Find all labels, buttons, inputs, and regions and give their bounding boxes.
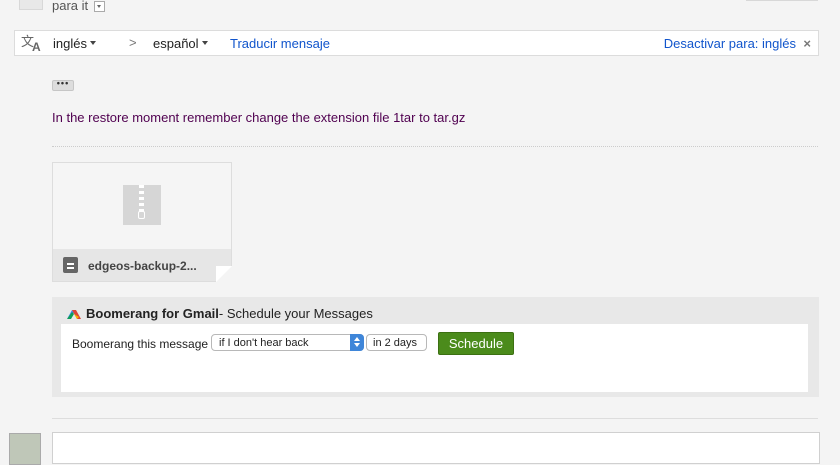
- boomerang-header: Boomerang for Gmail - Schedule your Mess…: [66, 306, 373, 321]
- attachment-footer: edgeos-backup-2...: [53, 249, 232, 282]
- recipient-line: para it: [52, 0, 106, 13]
- boomerang-brand: Boomerang for Gmail: [86, 306, 219, 321]
- attachment-divider: [52, 146, 818, 147]
- attachment-filename: edgeos-backup-2...: [88, 259, 197, 273]
- disable-translation-link[interactable]: Desactivar para: inglés: [664, 36, 796, 51]
- condition-value: if I don't hear back: [219, 337, 309, 349]
- user-avatar: [9, 433, 41, 465]
- chevron-down-icon: [89, 40, 96, 45]
- schedule-button[interactable]: Schedule: [438, 332, 514, 355]
- archive-icon: [63, 257, 78, 273]
- attachment-card[interactable]: edgeos-backup-2...: [52, 162, 232, 282]
- target-language-label: español: [153, 36, 199, 51]
- details-dropdown-icon[interactable]: [94, 1, 106, 12]
- header-actions-fragment: [746, 0, 818, 1]
- target-language-select[interactable]: español: [153, 36, 208, 51]
- chevron-down-icon: [201, 40, 208, 45]
- source-language-select[interactable]: inglés: [53, 36, 96, 51]
- translate-message-link[interactable]: Traducir mensaje: [230, 36, 330, 51]
- reply-input[interactable]: [52, 432, 820, 464]
- boomerang-logo-icon: [67, 309, 81, 319]
- zip-file-icon: [123, 185, 161, 225]
- message-body: In the restore moment remember change th…: [52, 110, 466, 125]
- close-icon[interactable]: ×: [803, 36, 811, 51]
- source-language-label: inglés: [53, 36, 87, 51]
- boomerang-controls: Boomerang this message if I don't hear b…: [61, 324, 808, 392]
- recipient-text: para it: [52, 0, 89, 13]
- boomerang-label: Boomerang this message: [72, 337, 209, 351]
- reply-divider: [52, 418, 818, 419]
- sender-avatar: [19, 0, 43, 10]
- boomerang-tagline: - Schedule your Messages: [218, 306, 373, 321]
- show-trimmed-content-button[interactable]: •••: [52, 79, 74, 91]
- attachment-preview: [53, 163, 231, 249]
- boomerang-condition-select[interactable]: if I don't hear back: [211, 334, 364, 351]
- select-arrows-icon: [350, 334, 364, 351]
- translate-icon: 文A: [21, 34, 41, 54]
- page-fold-corner: [216, 266, 232, 282]
- boomerang-delay-select[interactable]: in 2 days: [366, 334, 427, 351]
- arrow-right-icon: >: [129, 35, 137, 50]
- boomerang-panel: Boomerang for Gmail - Schedule your Mess…: [52, 297, 819, 397]
- translate-bar: 文A inglés > español Traducir mensaje Des…: [14, 30, 819, 56]
